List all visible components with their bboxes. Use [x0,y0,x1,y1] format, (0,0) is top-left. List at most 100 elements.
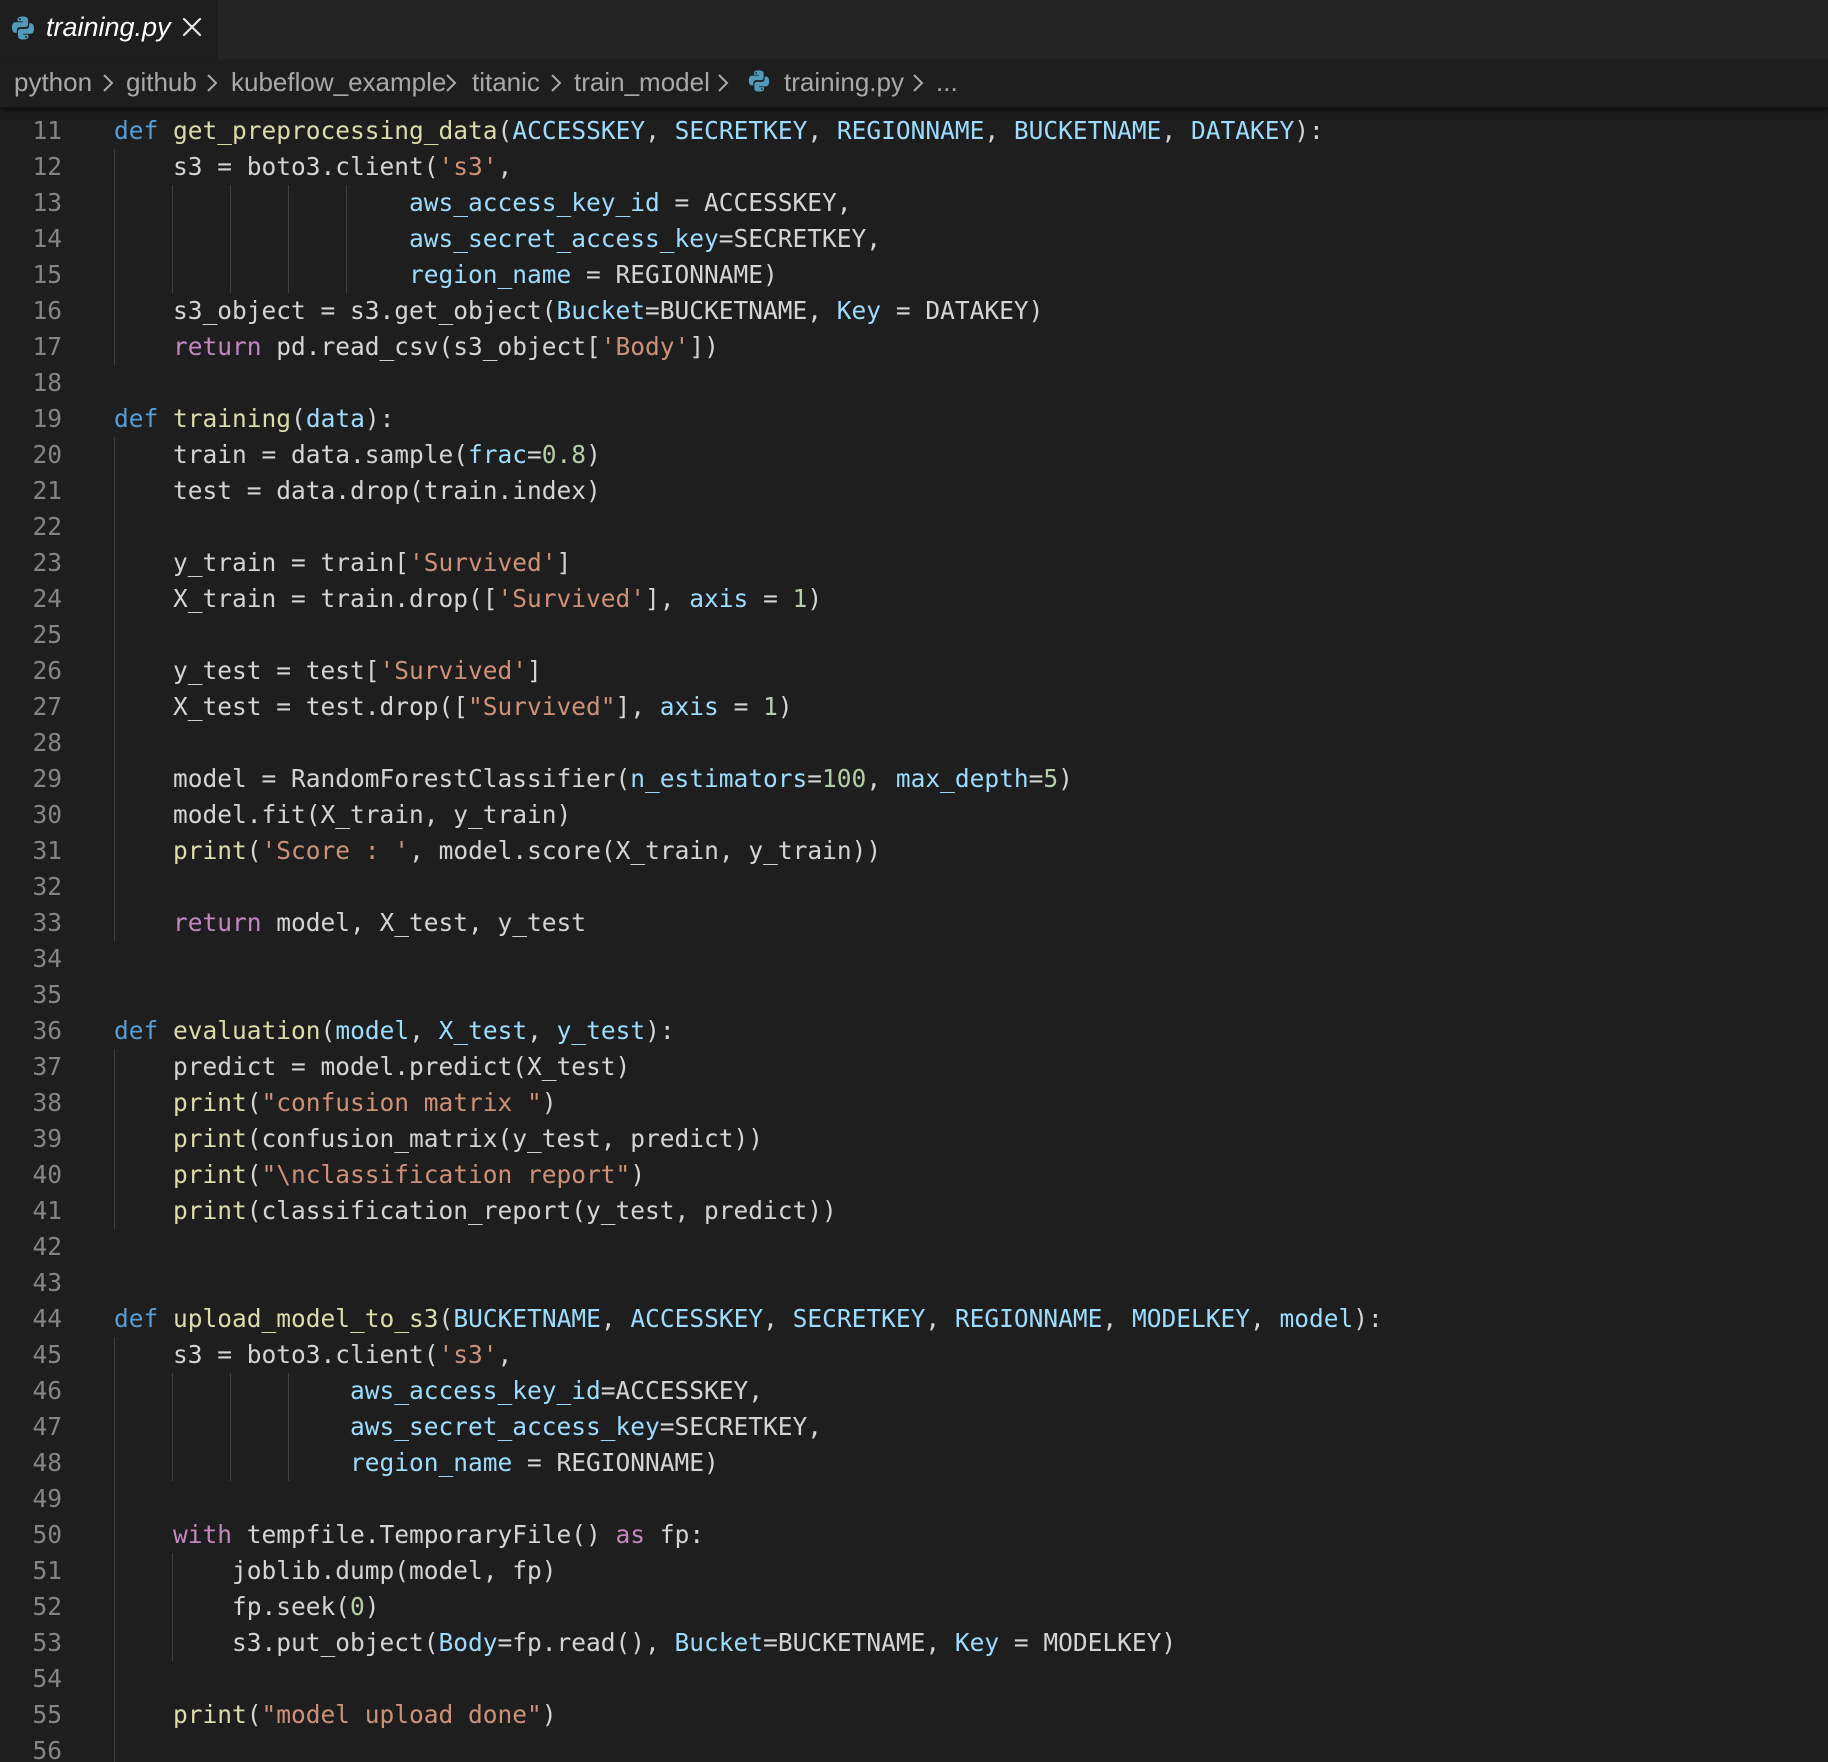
code-line[interactable]: 47 aws_secret_access_key=SECRETKEY, [0,1409,1828,1445]
code-line[interactable]: 42 [0,1229,1828,1265]
code-line[interactable]: 17 return pd.read_csv(s3_object['Body']) [0,329,1828,365]
code-text: model = RandomForestClassifier(n_estimat… [114,761,1073,797]
code-token: data [305,404,365,433]
code-line[interactable]: 45 s3 = boto3.client('s3', [0,1337,1828,1373]
code-line[interactable]: 48 region_name = REGIONNAME) [0,1445,1828,1481]
breadcrumb-item-more[interactable]: ... [936,66,958,98]
code-line[interactable]: 35 [0,977,1828,1013]
line-number: 14 [32,224,62,253]
code-token: = [718,692,764,721]
code-text: return model, X_test, y_test [114,905,586,941]
breadcrumb-item-training-py[interactable]: training.py [784,66,904,98]
code-token: fp.seek( [114,1592,351,1621]
code-token: ] [527,656,542,685]
code-line[interactable]: 39 print(confusion_matrix(y_test, predic… [0,1121,1828,1157]
breadcrumb-item-github[interactable]: github [126,66,197,98]
code-line[interactable]: 44 def upload_model_to_s3(BUCKETNAME, ACC… [0,1301,1828,1337]
code-token: 0 [350,1592,365,1621]
code-line[interactable]: 27 X_test = test.drop(["Survived"], axis… [0,689,1828,725]
code-token: ( [246,836,262,865]
code-line[interactable]: 14 aws_secret_access_key=SECRETKEY, [0,221,1828,257]
code-line[interactable]: 28 [0,725,1828,761]
code-token: test = data.drop(train.index) [114,476,601,505]
code-line[interactable]: 43 [0,1265,1828,1301]
code-line[interactable]: 50 with tempfile.TemporaryFile() as fp: [0,1517,1828,1553]
code-text: print(classification_report(y_test, pred… [114,1193,837,1229]
line-number: 32 [32,872,62,901]
code-line[interactable]: 34 [0,941,1828,977]
tab-training-py[interactable]: training.py [0,0,218,59]
code-line[interactable]: 19 def training(data): [0,401,1828,437]
close-icon[interactable] [180,15,204,44]
code-token: , [645,116,675,145]
code-line[interactable]: 18 [0,365,1828,401]
line-number: 30 [32,800,62,829]
code-token: ): [1353,1304,1383,1333]
code-line[interactable]: 16 s3_object = s3.get_object(Bucket=BUCK… [0,293,1828,329]
code-line[interactable]: 54 [0,1661,1828,1697]
code-editor[interactable]: 11 def get_preprocessing_data(ACCESSKEY, … [0,113,1828,1762]
code-text: print(confusion_matrix(y_test, predict)) [114,1121,763,1157]
code-line[interactable]: 49 [0,1481,1828,1517]
code-line[interactable]: 30 model.fit(X_train, y_train) [0,797,1828,833]
code-token: Bucket [674,1628,764,1657]
breadcrumb-item-train-model[interactable]: train_model [574,66,710,98]
code-token: return [173,332,262,361]
code-line[interactable]: 15 region_name = REGIONNAME) [0,257,1828,293]
code-line[interactable]: 23 y_train = train['Survived'] [0,545,1828,581]
code-line[interactable]: 32 [0,869,1828,905]
code-token: ( [438,1304,454,1333]
code-token: ) [1058,764,1073,793]
code-token: s3.put_object( [114,1628,439,1657]
code-line[interactable]: 41 print(classification_report(y_test, p… [0,1193,1828,1229]
code-line[interactable]: 53 s3.put_object(Body=fp.read(), Bucket=… [0,1625,1828,1661]
code-token: ) [807,584,823,613]
line-number: 25 [32,620,62,649]
code-line[interactable]: 36 def evaluation(model, X_test, y_test): [0,1013,1828,1049]
code-line[interactable]: 11 def get_preprocessing_data(ACCESSKEY, … [0,113,1828,149]
code-line[interactable]: 56 [0,1733,1828,1762]
code-token: ], [645,584,690,613]
breadcrumb-item-kubeflow-example[interactable]: kubeflow_example [231,66,446,98]
code-line[interactable]: 22 [0,509,1828,545]
code-line[interactable]: 25 [0,617,1828,653]
line-number: 51 [32,1556,62,1585]
code-text: s3.put_object(Body=fp.read(), Bucket=BUC… [114,1625,1176,1661]
line-number: 44 [32,1304,62,1333]
code-line[interactable]: 46 aws_access_key_id=ACCESSKEY, [0,1373,1828,1409]
python-icon [747,69,771,98]
code-line[interactable]: 52 fp.seek(0) [0,1589,1828,1625]
code-token: =SECRETKEY, [718,224,882,253]
code-line[interactable]: 37 predict = model.predict(X_test) [0,1049,1828,1085]
code-line[interactable]: 55 print("model upload done") [0,1697,1828,1733]
code-line[interactable]: 29 model = RandomForestClassifier(n_esti… [0,761,1828,797]
code-line[interactable]: 33 return model, X_test, y_test [0,905,1828,941]
code-token: 'Score : ' [261,836,410,865]
line-number: 40 [32,1160,62,1189]
code-token: Bucket [556,296,646,325]
code-text: region_name = REGIONNAME) [114,257,778,293]
code-token: , [866,764,896,793]
code-line[interactable]: 13 aws_access_key_id = ACCESSKEY, [0,185,1828,221]
code-line[interactable]: 38 print("confusion matrix ") [0,1085,1828,1121]
code-line[interactable]: 51 joblib.dump(model, fp) [0,1553,1828,1589]
code-token: aws_access_key_id [409,188,660,217]
code-token: SECRETKEY [674,116,808,145]
code-line[interactable]: 40 print("\nclassification report") [0,1157,1828,1193]
code-text: def evaluation(model, X_test, y_test): [114,1013,675,1049]
code-line[interactable]: 12 s3 = boto3.client('s3', [0,149,1828,185]
code-text: y_test = test['Survived'] [114,653,542,689]
code-token: = REGIONNAME) [571,260,778,289]
line-number: 56 [32,1736,62,1762]
chevron-right-icon [549,73,563,98]
breadcrumb-item-titanic[interactable]: titanic [472,66,540,98]
code-line[interactable]: 24 X_train = train.drop(['Survived'], ax… [0,581,1828,617]
code-line[interactable]: 21 test = data.drop(train.index) [0,473,1828,509]
code-line[interactable]: 31 print('Score : ', model.score(X_train… [0,833,1828,869]
breadcrumb-item-python[interactable]: python [14,66,92,98]
code-line[interactable]: 20 train = data.sample(frac=0.8) [0,437,1828,473]
code-line[interactable]: 26 y_test = test['Survived'] [0,653,1828,689]
